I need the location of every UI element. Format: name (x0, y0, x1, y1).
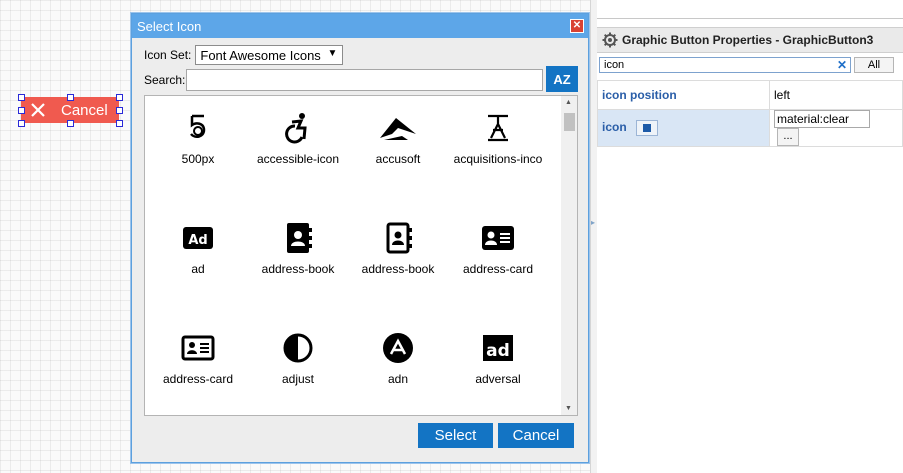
scroll-down-icon[interactable]: ▼ (565, 405, 572, 412)
accusoft-icon (380, 118, 416, 140)
svg-text:ad: ad (486, 341, 510, 361)
icon-label: accusoft (375, 152, 421, 166)
icon-search-input[interactable] (186, 69, 544, 91)
address-book-outline-icon (386, 222, 412, 254)
resize-handle-tr[interactable] (116, 94, 123, 101)
icon-cell[interactable]: address-book (248, 222, 348, 276)
500px-icon (190, 114, 206, 139)
property-value[interactable]: left (769, 80, 903, 110)
icon-label: adn (387, 372, 409, 386)
icon-cell[interactable]: Ad ad (148, 222, 248, 276)
resize-handle-bm[interactable] (67, 120, 74, 127)
adjust-icon (283, 333, 313, 363)
icon-cell[interactable]: address-book (348, 222, 448, 276)
sort-az-icon: AZ (553, 71, 571, 87)
adversal-icon: ad (483, 335, 513, 361)
icon-cell[interactable]: address-card (148, 332, 248, 386)
icon-cell[interactable]: 500px (148, 112, 248, 166)
icon-preview-chip (636, 120, 659, 136)
graphic-button-label: Cancel (61, 101, 108, 119)
properties-filter-input[interactable]: icon ✕ (599, 57, 851, 73)
property-name: icon (602, 120, 627, 135)
icon-label: acquisitions-inco (453, 152, 543, 166)
property-row[interactable]: icon position left (597, 80, 903, 110)
svg-text:Ad: Ad (188, 233, 207, 248)
address-card-outline-icon (181, 335, 215, 361)
dialog-titlebar[interactable]: Select Icon ✕ (132, 14, 588, 38)
properties-header: Graphic Button Properties - GraphicButto… (597, 27, 903, 53)
icon-cell[interactable]: accessible-icon (248, 112, 348, 166)
icon-cell[interactable]: acquisitions-inco (448, 112, 548, 166)
properties-panel: Graphic Button Properties - GraphicButto… (597, 0, 903, 473)
search-row: Search: (144, 69, 544, 91)
select-icon-dialog: Select Icon ✕ Icon Set: Font Awesome Ico… (131, 13, 589, 463)
icon-grid[interactable]: 500px accessible-icon accusoft acquisiti… (144, 95, 578, 416)
close-icon (31, 103, 45, 117)
cancel-button[interactable]: Cancel (498, 423, 574, 448)
resize-handle-tm[interactable] (67, 94, 74, 101)
property-row-selected[interactable]: icon material:clear ... (597, 109, 903, 147)
address-card-icon (482, 226, 514, 250)
icon-label: address-card (462, 262, 534, 276)
dialog-close-button[interactable]: ✕ (570, 19, 584, 33)
ad-icon: Ad (183, 227, 213, 249)
icon-cell[interactable]: address-card (448, 222, 548, 276)
properties-title: Graphic Button Properties - GraphicButto… (622, 33, 874, 47)
property-value-cell: material:clear ... (769, 109, 903, 147)
icon-label: address-book (261, 262, 335, 276)
wheelchair-icon (285, 113, 307, 144)
address-book-icon (287, 223, 312, 253)
clear-icon[interactable]: ✕ (837, 58, 847, 72)
icon-label: address-book (361, 262, 435, 276)
dropdown-arrow-icon: ▼ (327, 48, 338, 59)
adn-icon (383, 333, 413, 363)
icon-label: adjust (281, 372, 315, 386)
browse-button[interactable]: ... (777, 128, 799, 146)
acquisitions-icon (488, 114, 508, 142)
resize-handle-mr[interactable] (116, 107, 123, 114)
scroll-up-icon[interactable]: ▲ (565, 99, 572, 106)
properties-filter-row: icon ✕ All (597, 53, 903, 77)
property-name: icon position (597, 80, 770, 110)
icon-label: address-card (162, 372, 234, 386)
resize-handle-br[interactable] (116, 120, 123, 127)
gear-icon (602, 32, 618, 48)
property-name-cell: icon (597, 109, 770, 147)
icon-cell[interactable]: adn (348, 332, 448, 386)
properties-table: icon position left icon material:clear .… (597, 80, 903, 147)
search-label: Search: (144, 73, 186, 87)
icon-value-input[interactable]: material:clear (774, 110, 870, 128)
scroll-thumb[interactable] (564, 113, 575, 131)
icon-grid-scrollbar[interactable]: ▲ ▼ (561, 96, 577, 415)
icon-label: adversal (475, 372, 521, 386)
icon-set-row: Icon Set: Font Awesome Icons ▼ (144, 45, 344, 65)
icon-cell[interactable]: adjust (248, 332, 348, 386)
select-button[interactable]: Select (418, 423, 493, 448)
icon-set-select[interactable]: Font Awesome Icons ▼ (195, 45, 344, 65)
properties-top-box (597, 0, 903, 19)
resize-handle-ml[interactable] (18, 107, 25, 114)
icon-label: ad (191, 262, 205, 276)
icon-label: 500px (181, 152, 215, 166)
dialog-title: Select Icon (137, 18, 202, 34)
icon-cell[interactable]: ad adversal (448, 332, 548, 386)
all-button[interactable]: All (854, 57, 894, 73)
sort-az-button[interactable]: AZ (546, 66, 578, 92)
icon-set-label: Icon Set: (144, 48, 192, 62)
resize-handle-bl[interactable] (18, 120, 25, 127)
icon-cell[interactable]: accusoft (348, 112, 448, 166)
icon-label: accessible-icon (256, 152, 340, 166)
resize-handle-tl[interactable] (18, 94, 25, 101)
